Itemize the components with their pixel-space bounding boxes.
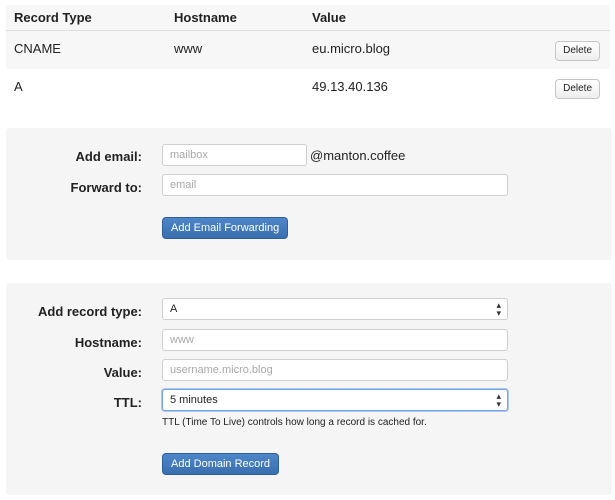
email-forwarding-panel: Add email: @manton.coffee Forward to: Ad… bbox=[6, 128, 612, 260]
forward-to-input[interactable] bbox=[162, 174, 508, 196]
hostname-label: Hostname: bbox=[74, 335, 142, 350]
record-value: 49.13.40.136 bbox=[312, 79, 388, 94]
ttl-selected: 5 minutes bbox=[170, 394, 218, 406]
delete-record-button[interactable]: Delete bbox=[555, 79, 600, 99]
table-row: A 49.13.40.136 Delete bbox=[6, 69, 610, 107]
delete-record-button[interactable]: Delete bbox=[555, 41, 600, 61]
chevron-updown-icon: ▴ ▾ bbox=[496, 391, 501, 409]
email-domain-suffix: @manton.coffee bbox=[310, 148, 406, 163]
header-value: Value bbox=[312, 10, 346, 25]
record-type-selected: A bbox=[170, 303, 178, 315]
record-type-select[interactable]: A ▴ ▾ bbox=[162, 298, 508, 320]
record-hostname: www bbox=[174, 41, 203, 56]
table-header: Record Type Hostname Value bbox=[6, 5, 610, 31]
record-type: A bbox=[14, 79, 23, 94]
header-record-type: Record Type bbox=[14, 10, 92, 25]
ttl-label: TTL: bbox=[113, 395, 142, 410]
ttl-select[interactable]: 5 minutes ▴ ▾ bbox=[162, 389, 508, 411]
value-label: Value: bbox=[103, 365, 142, 380]
forward-to-label: Forward to: bbox=[70, 180, 143, 195]
header-hostname: Hostname bbox=[174, 10, 237, 25]
record-type: CNAME bbox=[14, 41, 61, 56]
hostname-input[interactable] bbox=[162, 329, 508, 351]
table-row: CNAME www eu.micro.blog Delete bbox=[6, 31, 610, 69]
domain-record-panel: Add record type: A ▴▾ Hostname: Value: T… bbox=[6, 283, 612, 495]
value-input[interactable] bbox=[162, 359, 508, 381]
ttl-help-text: TTL (Time To Live) controls how long a r… bbox=[162, 417, 427, 428]
record-value: eu.micro.blog bbox=[312, 41, 391, 56]
mailbox-input[interactable] bbox=[162, 144, 307, 166]
chevron-updown-icon: ▴ ▾ bbox=[496, 300, 501, 318]
add-email-forwarding-button[interactable]: Add Email Forwarding bbox=[162, 217, 289, 239]
add-domain-record-button[interactable]: Add Domain Record bbox=[162, 453, 280, 475]
add-email-label: Add email: bbox=[75, 149, 142, 164]
record-type-label: Add record type: bbox=[37, 304, 142, 319]
